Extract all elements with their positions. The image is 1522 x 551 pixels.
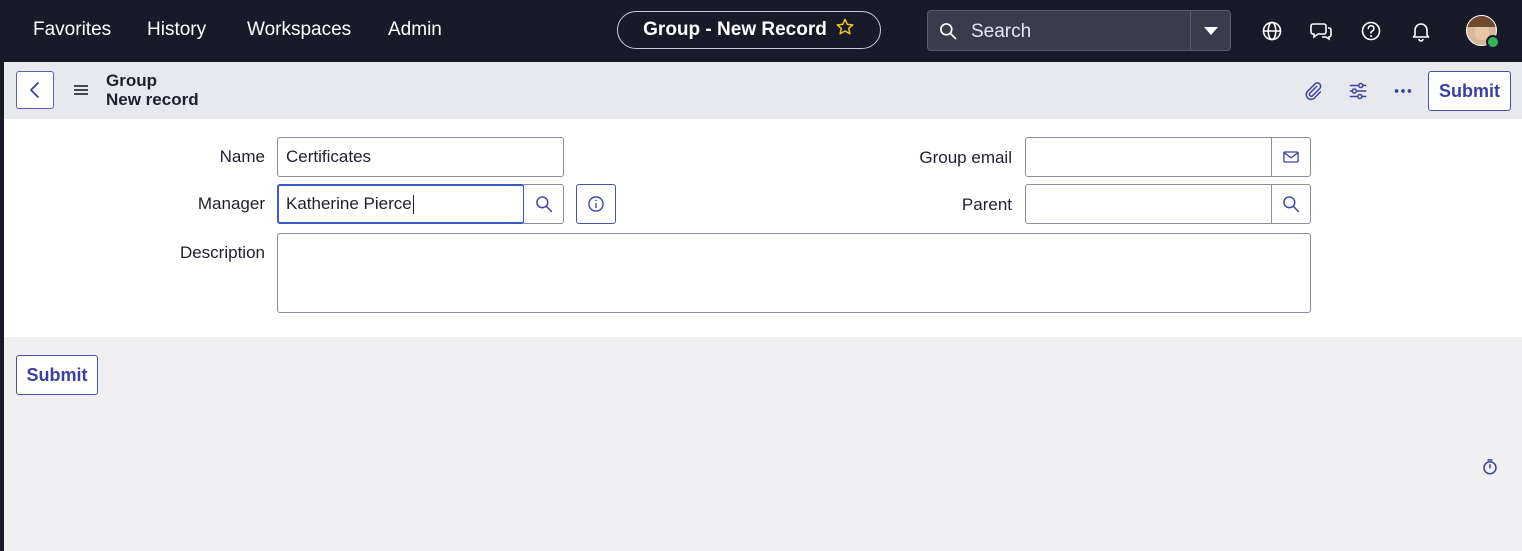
avatar-hair bbox=[1467, 16, 1496, 27]
mail-icon bbox=[1283, 151, 1299, 163]
name-label: Name bbox=[219, 147, 265, 166]
search-icon bbox=[535, 196, 552, 213]
chat-icon[interactable] bbox=[1309, 19, 1333, 43]
nav-workspaces[interactable]: Workspaces bbox=[247, 19, 351, 41]
info-icon bbox=[588, 196, 604, 212]
name-field[interactable]: Certificates bbox=[277, 137, 564, 177]
global-search[interactable]: Search bbox=[927, 10, 1231, 51]
search-divider bbox=[1190, 11, 1191, 50]
text-cursor bbox=[412, 194, 414, 214]
search-icon bbox=[1283, 196, 1300, 213]
nav-admin[interactable]: Admin bbox=[388, 19, 442, 41]
record-table-name: Group bbox=[106, 71, 157, 90]
record-header bbox=[4, 62, 1522, 119]
record-subtitle: New record bbox=[106, 90, 199, 109]
parent-field[interactable] bbox=[1025, 184, 1272, 224]
send-email-button[interactable] bbox=[1271, 137, 1311, 177]
record-title: Group - New Record bbox=[643, 19, 827, 40]
parent-lookup-button[interactable] bbox=[1271, 184, 1311, 224]
help-icon[interactable] bbox=[1359, 19, 1383, 43]
footer-submit-button[interactable]: Submit bbox=[16, 355, 98, 395]
header-submit-button[interactable]: Submit bbox=[1428, 71, 1511, 111]
globe-icon[interactable] bbox=[1260, 19, 1284, 43]
nav-history[interactable]: History bbox=[147, 19, 206, 41]
hamburger-icon[interactable] bbox=[72, 82, 90, 98]
manager-info-button[interactable] bbox=[576, 184, 616, 224]
manager-value: Katherine Pierce bbox=[286, 194, 412, 213]
search-input[interactable]: Search bbox=[971, 21, 1031, 43]
back-button[interactable] bbox=[16, 71, 54, 109]
more-icon[interactable] bbox=[1392, 80, 1414, 102]
manager-lookup-button[interactable] bbox=[524, 184, 564, 224]
record-title-pill: Group - New Record bbox=[617, 11, 881, 49]
group-email-label: Group email bbox=[919, 148, 1012, 167]
name-value: Certificates bbox=[286, 147, 372, 166]
top-navigation-bar: Favorites History Workspaces Admin Group… bbox=[0, 0, 1522, 62]
parent-label: Parent bbox=[961, 195, 1012, 214]
manager-label: Manager bbox=[197, 194, 265, 213]
settings-sliders-icon[interactable] bbox=[1347, 80, 1369, 102]
star-icon[interactable] bbox=[835, 17, 855, 43]
manager-field[interactable]: Katherine Pierce bbox=[277, 184, 525, 224]
back-icon bbox=[30, 82, 39, 98]
description-field[interactable] bbox=[277, 233, 1311, 313]
bell-icon[interactable] bbox=[1409, 19, 1433, 43]
dropdown-caret-icon[interactable] bbox=[1203, 25, 1219, 37]
timer-icon[interactable] bbox=[1481, 458, 1499, 476]
description-label: Description bbox=[179, 243, 265, 262]
presence-status-dot bbox=[1486, 35, 1500, 49]
search-icon bbox=[940, 23, 957, 40]
nav-favorites[interactable]: Favorites bbox=[33, 19, 111, 41]
paperclip-icon[interactable] bbox=[1302, 80, 1324, 102]
group-email-field[interactable] bbox=[1025, 137, 1272, 177]
